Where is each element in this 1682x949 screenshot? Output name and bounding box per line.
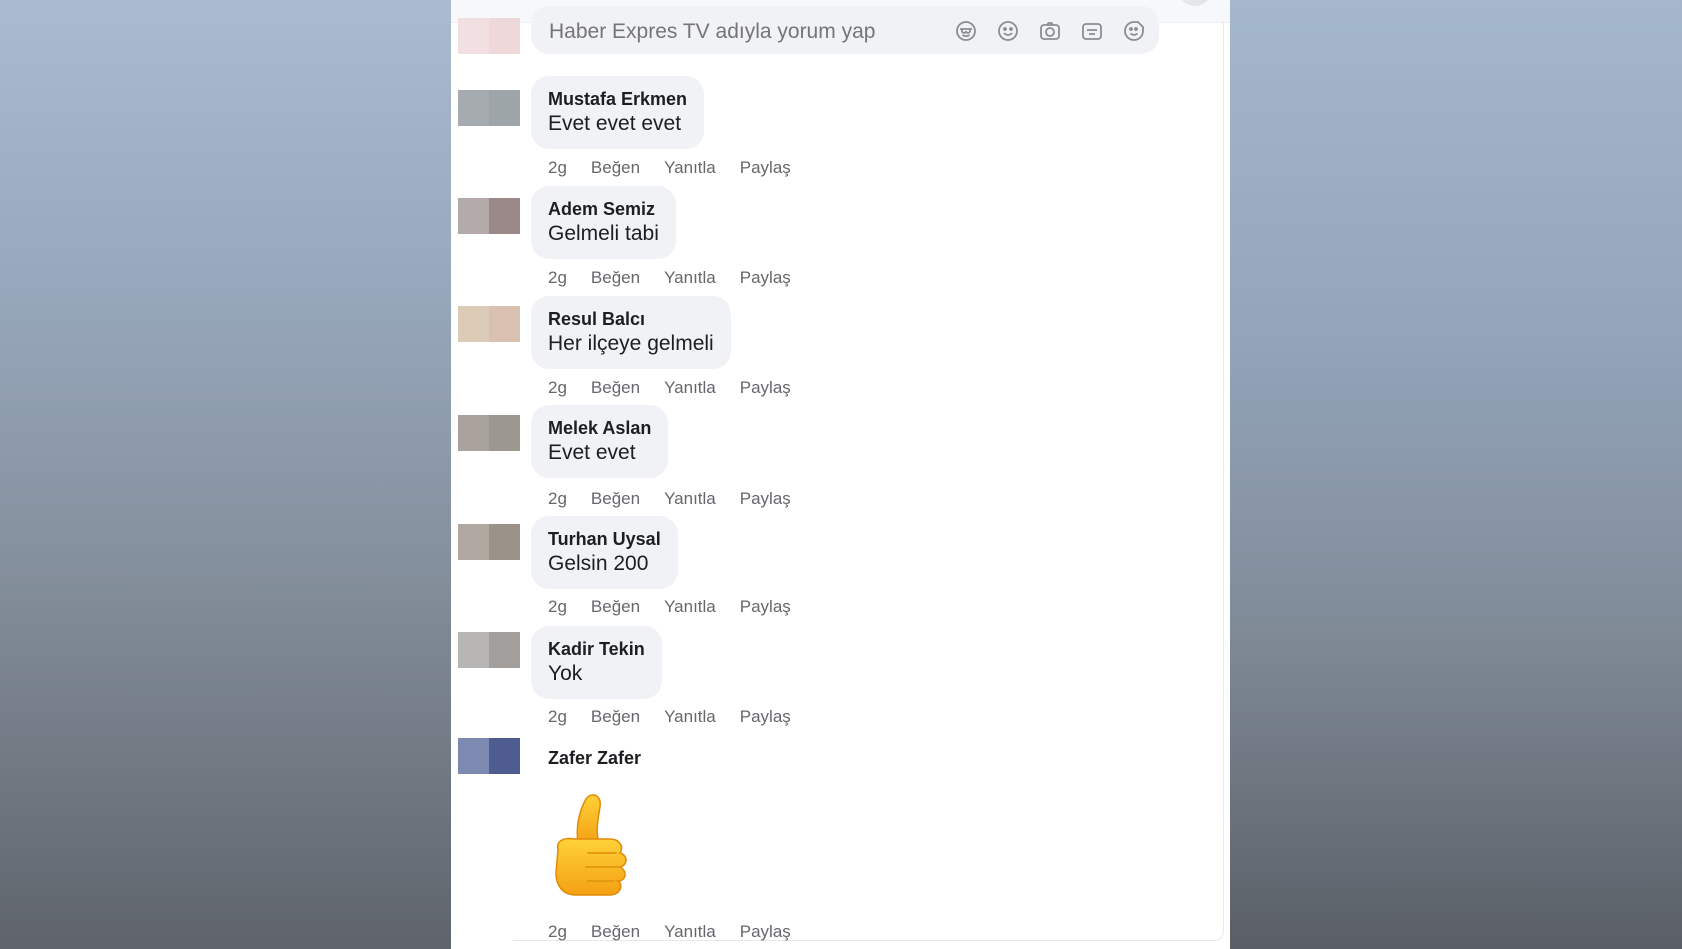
avatar[interactable] — [458, 524, 520, 560]
comment-bubble: Melek Aslan Evet evet — [531, 405, 669, 478]
reply-button[interactable]: Yanıtla — [664, 597, 716, 617]
comment-bubble: Mustafa Erkmen Evet evet evet — [531, 76, 705, 149]
comment-text: Gelmeli tabi — [548, 222, 659, 245]
comment-bubble: Adem Semiz Gelmeli tabi — [531, 186, 676, 259]
comment-bubble: Turhan Uysal Gelsin 200 — [531, 516, 678, 589]
comment-time[interactable]: 2g — [548, 268, 567, 288]
avatar[interactable] — [458, 306, 520, 342]
comment-bubble: Kadir Tekin Yok — [531, 626, 662, 699]
composer-icons — [953, 18, 1147, 44]
comment-actions: 2g Beğen Yanıtla Paylaş — [548, 922, 791, 942]
avatar[interactable] — [458, 632, 520, 668]
reply-button[interactable]: Yanıtla — [664, 707, 716, 727]
like-button[interactable]: Beğen — [591, 489, 640, 509]
share-button[interactable]: Paylaş — [740, 707, 791, 727]
reply-button[interactable]: Yanıtla — [664, 378, 716, 398]
comment-author[interactable]: Resul Balcı — [548, 308, 714, 330]
comment-time[interactable]: 2g — [548, 158, 567, 178]
comments-panel: Mustafa Erkmen Evet evet evet 2g Beğen Y… — [451, 0, 1230, 949]
like-button[interactable]: Beğen — [591, 158, 640, 178]
like-button[interactable]: Beğen — [591, 707, 640, 727]
comment-text: Evet evet evet — [548, 112, 682, 135]
avatar[interactable] — [458, 90, 520, 126]
comment-time[interactable]: 2g — [548, 922, 567, 942]
comment-text: Gelsin 200 — [548, 552, 649, 575]
comment-author[interactable]: Zafer Zafer — [548, 747, 641, 769]
share-button[interactable]: Paylaş — [740, 922, 791, 942]
avatar[interactable] — [458, 738, 520, 774]
thumbs-up-icon — [548, 793, 640, 903]
reply-button[interactable]: Yanıtla — [664, 922, 716, 942]
comment-actions: 2g Beğen Yanıtla Paylaş — [548, 378, 791, 398]
like-button[interactable]: Beğen — [591, 597, 640, 617]
reply-button[interactable]: Yanıtla — [664, 158, 716, 178]
avatar — [458, 18, 520, 54]
comment-text: Yok — [548, 662, 583, 685]
reply-button[interactable]: Yanıtla — [664, 489, 716, 509]
comment-author[interactable]: Adem Semiz — [548, 198, 659, 220]
emoji-face-icon[interactable] — [953, 18, 979, 44]
comment-time[interactable]: 2g — [548, 489, 567, 509]
comment-actions: 2g Beğen Yanıtla Paylaş — [548, 489, 791, 509]
share-button[interactable]: Paylaş — [740, 268, 791, 288]
reply-button[interactable]: Yanıtla — [664, 268, 716, 288]
comment-input[interactable] — [549, 20, 969, 44]
comment-actions: 2g Beğen Yanıtla Paylaş — [548, 597, 791, 617]
comment-time[interactable]: 2g — [548, 707, 567, 727]
like-button[interactable]: Beğen — [591, 268, 640, 288]
share-button[interactable]: Paylaş — [740, 158, 791, 178]
comment-composer[interactable] — [531, 6, 1159, 54]
comment-time[interactable]: 2g — [548, 378, 567, 398]
share-button[interactable]: Paylaş — [740, 489, 791, 509]
avatar[interactable] — [458, 415, 520, 451]
gif-icon[interactable] — [1079, 18, 1105, 44]
camera-icon[interactable] — [1037, 18, 1063, 44]
avatar[interactable] — [458, 198, 520, 234]
background-right — [1230, 0, 1682, 949]
smile-icon[interactable] — [995, 18, 1021, 44]
comment-bubble: Resul Balcı Her ilçeye gelmeli — [531, 296, 731, 369]
share-button[interactable]: Paylaş — [740, 378, 791, 398]
comment-author[interactable]: Kadir Tekin — [548, 638, 645, 660]
comment-text: Evet evet — [548, 441, 636, 464]
comment-author[interactable]: Turhan Uysal — [548, 528, 661, 550]
comment-actions: 2g Beğen Yanıtla Paylaş — [548, 158, 791, 178]
comment-text: Her ilçeye gelmeli — [548, 332, 714, 355]
comment-author[interactable]: Melek Aslan — [548, 417, 651, 439]
share-button[interactable]: Paylaş — [740, 597, 791, 617]
comment-author[interactable]: Mustafa Erkmen — [548, 88, 687, 110]
comment-time[interactable]: 2g — [548, 597, 567, 617]
like-button[interactable]: Beğen — [591, 378, 640, 398]
comment-actions: 2g Beğen Yanıtla Paylaş — [548, 268, 791, 288]
comment-actions: 2g Beğen Yanıtla Paylaş — [548, 707, 791, 727]
background-left — [0, 0, 451, 949]
sticker-icon[interactable] — [1121, 18, 1147, 44]
like-button[interactable]: Beğen — [591, 922, 640, 942]
